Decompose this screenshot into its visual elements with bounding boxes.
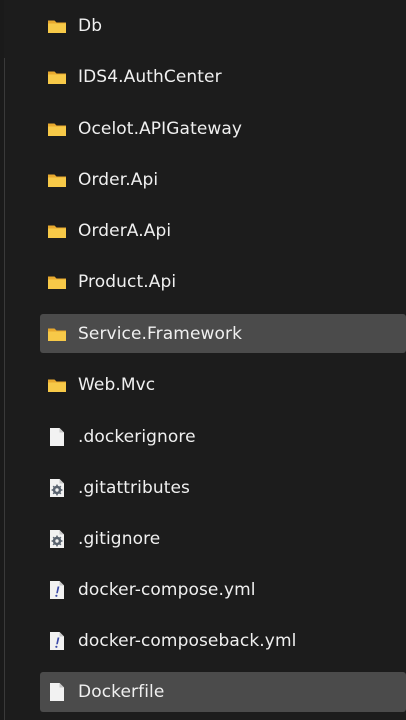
item-label: docker-composeback.yml bbox=[78, 631, 297, 651]
list-item-ocelot-apigateway[interactable]: Ocelot.APIGateway bbox=[40, 113, 406, 145]
folder-icon bbox=[46, 323, 68, 345]
list-item-order-api[interactable]: Order.Api bbox=[40, 164, 406, 196]
item-label: OrderA.Api bbox=[78, 221, 172, 241]
settings-file-icon bbox=[46, 477, 68, 499]
yaml-file-icon bbox=[46, 579, 68, 601]
item-label: Product.Api bbox=[78, 272, 177, 292]
list-item-docker-composeback-yml[interactable]: docker-composeback.yml bbox=[40, 625, 406, 657]
folder-icon bbox=[46, 271, 68, 293]
folder-icon bbox=[46, 169, 68, 191]
list-item-ids4-authcenter[interactable]: IDS4.AuthCenter bbox=[40, 61, 406, 93]
yaml-file-icon bbox=[46, 630, 68, 652]
file-icon bbox=[46, 681, 68, 703]
item-label: .gitattributes bbox=[78, 478, 190, 498]
item-label: docker-compose.yml bbox=[78, 580, 256, 600]
folder-icon bbox=[46, 118, 68, 140]
item-label: .gitignore bbox=[78, 529, 161, 549]
item-label: Ocelot.APIGateway bbox=[78, 119, 243, 139]
item-label: Order.Api bbox=[78, 170, 159, 190]
folder-icon bbox=[46, 66, 68, 88]
list-item-ordera-api[interactable]: OrderA.Api bbox=[40, 215, 406, 247]
list-item-product-api[interactable]: Product.Api bbox=[40, 266, 406, 298]
list-item-dockerignore[interactable]: .dockerignore bbox=[40, 421, 406, 453]
file-icon bbox=[46, 426, 68, 448]
item-label: .dockerignore bbox=[78, 427, 196, 447]
settings-file-icon bbox=[46, 528, 68, 550]
folder-icon bbox=[46, 374, 68, 396]
list-item-service-framework[interactable]: Service.Framework bbox=[40, 314, 406, 353]
item-label: Service.Framework bbox=[78, 323, 243, 344]
item-label: Dockerfile bbox=[78, 682, 165, 702]
list-item-gitignore[interactable]: .gitignore bbox=[40, 523, 406, 555]
folder-icon bbox=[46, 15, 68, 37]
item-label: Db bbox=[78, 16, 103, 36]
list-item-web-mvc[interactable]: Web.Mvc bbox=[40, 369, 406, 401]
list-item-docker-compose-yml[interactable]: docker-compose.yml bbox=[40, 574, 406, 606]
pane-divider bbox=[4, 58, 5, 720]
folder-icon bbox=[46, 220, 68, 242]
list-item-dockerfile[interactable]: Dockerfile bbox=[40, 672, 406, 712]
item-label: IDS4.AuthCenter bbox=[78, 67, 222, 87]
item-label: Web.Mvc bbox=[78, 375, 156, 395]
list-item-gitattributes[interactable]: .gitattributes bbox=[40, 472, 406, 504]
file-explorer-window: Db IDS4.AuthCenter Ocelot.APIGateway Ord… bbox=[0, 0, 406, 720]
list-item-db[interactable]: Db bbox=[40, 10, 406, 42]
